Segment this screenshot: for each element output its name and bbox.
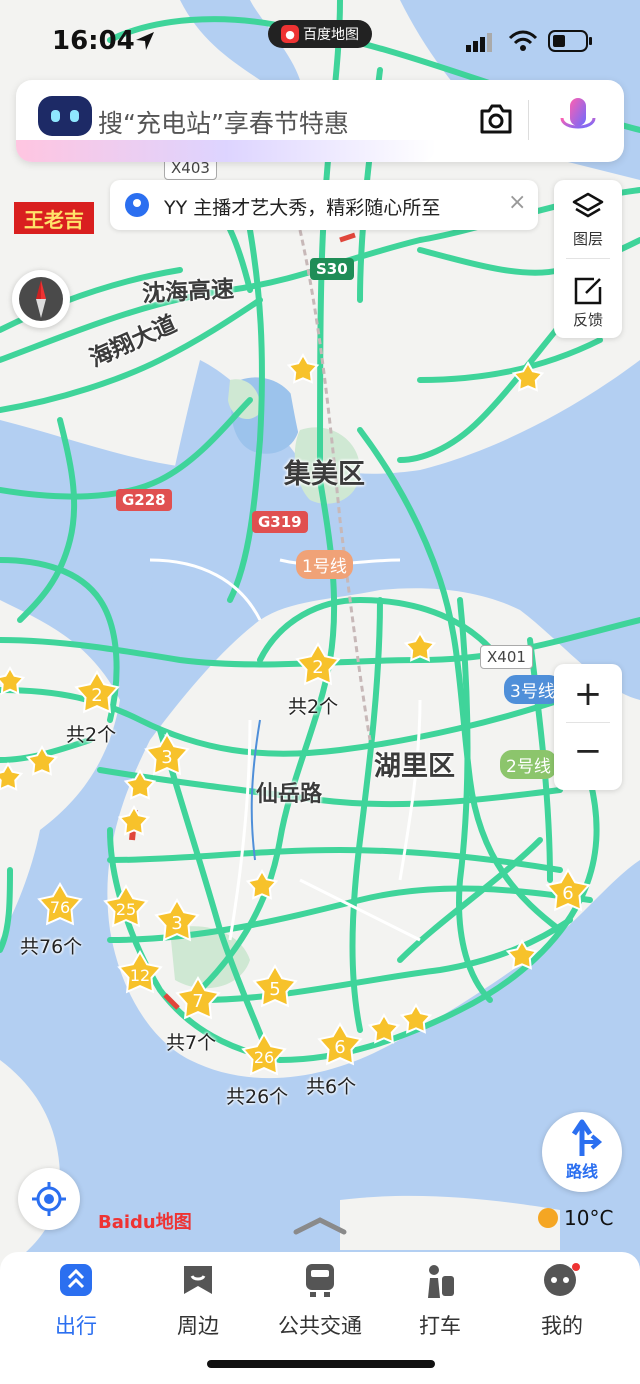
feedback-icon[interactable] — [572, 276, 604, 306]
road-label: 仙岳路 — [256, 782, 323, 807]
cluster-count[interactable]: 3 — [161, 747, 172, 768]
road-shield-g319: G319 — [252, 511, 308, 533]
app-pill-label: 百度地图 — [303, 27, 359, 43]
road-shield-g228: G228 — [116, 489, 172, 511]
route-arrow-icon — [571, 1119, 603, 1156]
weather-widget[interactable]: 10°C — [538, 1206, 613, 1230]
map-pin-icon: ● — [281, 25, 299, 43]
profile-icon — [544, 1263, 580, 1296]
layers-label[interactable]: 图层 — [554, 228, 622, 249]
layers-icon[interactable] — [572, 192, 604, 222]
weather-temp: 10°C — [564, 1206, 614, 1230]
nav-label: 打车 — [419, 1314, 461, 1338]
notice-close-icon[interactable]: × — [508, 190, 526, 215]
assistant-robot-icon[interactable] — [38, 96, 92, 136]
panel-divider — [566, 258, 610, 259]
signal-icon — [466, 33, 492, 52]
cluster-count[interactable]: 2 — [91, 685, 102, 706]
crosshair-icon — [32, 1182, 66, 1216]
baidu-logo: Baidu地图 — [98, 1212, 192, 1233]
cluster-count[interactable]: 3 — [171, 913, 182, 934]
route-label[interactable]: 路线 — [542, 1158, 622, 1182]
microphone-icon[interactable] — [556, 96, 600, 146]
nav-label: 出行 — [55, 1314, 97, 1338]
metro-line-2-badge: 2号线 — [500, 750, 557, 779]
status-time: 16:04 — [52, 26, 135, 56]
nav-item-me[interactable]: 我的 — [512, 1262, 612, 1340]
nav-label: 周边 — [177, 1314, 219, 1338]
search-glow — [16, 140, 436, 162]
metro-line-3-badge: 3号线 — [504, 675, 561, 704]
cluster-caption[interactable]: 共2个 — [66, 720, 116, 747]
cluster-count[interactable]: 2 — [312, 657, 323, 678]
chevron-up-icon[interactable] — [292, 1214, 348, 1236]
road-shield-x401: X401 — [480, 645, 533, 669]
metro-line-1-badge: 1号线 — [296, 550, 353, 579]
compass-icon[interactable] — [12, 270, 70, 328]
district-label: 湖里区 — [374, 751, 455, 782]
cluster-count[interactable]: 12 — [130, 966, 150, 985]
nav-label: 我的 — [541, 1314, 583, 1338]
nav-item-travel[interactable]: 出行 — [26, 1262, 126, 1340]
camera-icon[interactable] — [478, 102, 514, 136]
road-label: 沈海高速 — [141, 276, 235, 308]
zoom-out-button[interactable]: − — [554, 731, 622, 771]
locate-me-button[interactable] — [18, 1168, 80, 1230]
cluster-count[interactable]: 6 — [334, 1037, 345, 1058]
cluster-count[interactable]: 25 — [116, 900, 136, 919]
cluster-count[interactable]: 26 — [254, 1048, 274, 1067]
location-arrow-icon — [136, 32, 154, 50]
feedback-label[interactable]: 反馈 — [554, 309, 622, 330]
zoom-divider — [566, 722, 610, 723]
cluster-caption[interactable]: 共7个 — [166, 1028, 216, 1055]
notice-text[interactable]: YY 主播才艺大秀，精彩随心所至 — [164, 193, 440, 220]
zoom-in-button[interactable]: + — [554, 674, 622, 714]
taxi-icon — [428, 1265, 454, 1298]
road-shield-s30: S30 — [310, 258, 354, 280]
search-divider — [528, 100, 529, 140]
cluster-caption[interactable]: 共26个 — [226, 1082, 288, 1109]
home-indicator — [207, 1360, 435, 1368]
cluster-count[interactable]: 5 — [269, 979, 280, 1000]
location-pin-icon — [125, 193, 149, 217]
nav-label: 公共交通 — [278, 1314, 362, 1338]
wifi-icon — [508, 30, 538, 51]
cluster-caption[interactable]: 共2个 — [288, 692, 338, 719]
cluster-caption[interactable]: 共76个 — [20, 932, 82, 959]
nav-item-nearby[interactable]: 周边 — [148, 1262, 248, 1340]
travel-icon — [60, 1264, 92, 1296]
cluster-caption[interactable]: 共6个 — [306, 1072, 356, 1099]
compass-needle-icon — [19, 277, 63, 321]
cluster-count[interactable]: 76 — [50, 898, 70, 917]
cluster-count[interactable]: 7 — [192, 991, 203, 1012]
nearby-icon — [184, 1266, 212, 1294]
zoom-control: + − — [554, 664, 622, 790]
sun-icon — [538, 1208, 558, 1228]
district-label: 集美区 — [284, 459, 365, 490]
search-placeholder[interactable]: 搜“充电站”享春节特惠 — [98, 104, 349, 140]
battery-icon — [548, 30, 592, 52]
app-pill: ● 百度地图 — [268, 20, 372, 48]
brand-logo[interactable]: 王老吉 — [14, 202, 94, 234]
bus-icon — [306, 1264, 334, 1297]
cluster-count[interactable]: 6 — [562, 883, 573, 904]
nav-item-taxi[interactable]: 打车 — [390, 1262, 490, 1340]
nav-item-transit[interactable]: 公共交通 — [270, 1262, 370, 1340]
